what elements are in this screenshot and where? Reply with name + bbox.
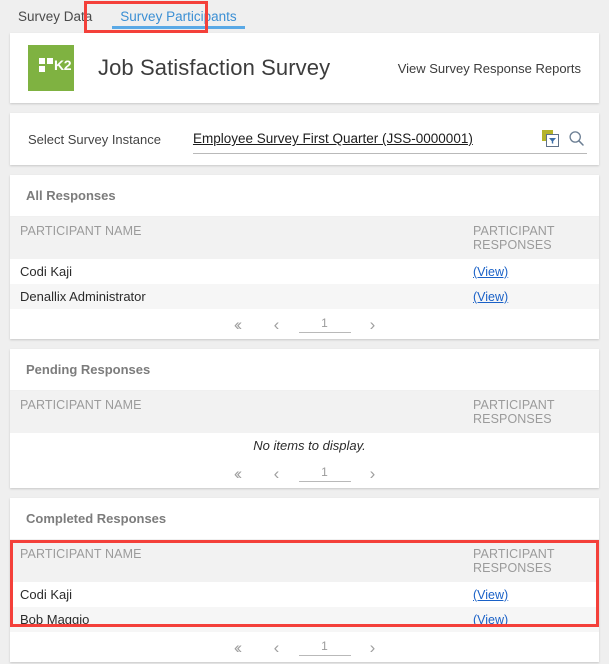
select-survey-instance-label: Select Survey Instance <box>28 131 161 147</box>
chevron-left-icon[interactable]: ‹ <box>257 316 297 333</box>
tab-survey-participants-label: Survey Participants <box>120 9 237 24</box>
logo-square-2 <box>47 58 53 64</box>
column-header-participant-responses: PARTICIPANT RESPONSES <box>463 391 599 433</box>
chevron-left-icon[interactable]: ‹ <box>257 639 297 656</box>
section-title-pending-responses: Pending Responses <box>10 349 599 391</box>
logo-text: K2 <box>54 57 72 73</box>
column-header-participant-name: PARTICIPANT NAME <box>10 540 463 582</box>
grid-pending-responses: PARTICIPANT NAME PARTICIPANT RESPONSES N… <box>10 391 599 458</box>
view-response-link[interactable]: (View) <box>473 588 508 602</box>
tab-survey-participants[interactable]: Survey Participants <box>106 0 250 33</box>
cell-participant-name: Codi Kaji <box>10 259 463 284</box>
view-response-link[interactable]: (View) <box>473 290 508 304</box>
page-number-input[interactable]: 1 <box>298 639 351 656</box>
chevron-right-icon[interactable]: › <box>353 639 393 656</box>
chevron-left-icon[interactable]: ‹ <box>257 465 297 482</box>
list-picker-icon-front <box>546 134 559 147</box>
page-number-input[interactable]: 1 <box>298 316 351 333</box>
pager-pending-responses: ‹‹ ‹ 1 › <box>10 458 599 488</box>
table-row[interactable]: Codi Kaji (View) <box>10 259 599 284</box>
cell-participant-responses: (View) <box>463 582 599 607</box>
view-response-link[interactable]: (View) <box>473 265 508 279</box>
cell-participant-responses: (View) <box>463 284 599 309</box>
view-survey-response-reports-link[interactable]: View Survey Response Reports <box>398 61 587 76</box>
pager-all-responses: ‹‹ ‹ 1 › <box>10 309 599 339</box>
section-title-completed-responses: Completed Responses <box>10 498 599 540</box>
k2-logo-icon: K2 <box>28 45 74 91</box>
column-header-participant-name: PARTICIPANT NAME <box>10 391 463 433</box>
double-chevron-left-icon[interactable]: ‹‹ <box>217 465 257 482</box>
grid-all-responses: PARTICIPANT NAME PARTICIPANT RESPONSES C… <box>10 217 599 309</box>
table-header-row: PARTICIPANT NAME PARTICIPANT RESPONSES <box>10 217 599 259</box>
table-empty-row: No items to display. <box>10 433 599 458</box>
tab-survey-data[interactable]: Survey Data <box>4 0 106 33</box>
cell-participant-responses: (View) <box>463 607 599 632</box>
cell-participant-name: Codi Kaji <box>10 582 463 607</box>
app-header-card: K2 Job Satisfaction Survey View Survey R… <box>10 33 599 103</box>
section-card-all-responses: All Responses PARTICIPANT NAME PARTICIPA… <box>10 175 599 339</box>
chevron-right-icon[interactable]: › <box>353 465 393 482</box>
column-header-participant-responses: PARTICIPANT RESPONSES <box>463 540 599 582</box>
cell-participant-name: Denallix Administrator <box>10 284 463 309</box>
magnifier-icon[interactable] <box>568 130 585 147</box>
table-row[interactable]: Denallix Administrator (View) <box>10 284 599 309</box>
tab-survey-data-label: Survey Data <box>18 9 93 24</box>
double-chevron-left-icon[interactable]: ‹‹ <box>217 316 257 333</box>
double-chevron-left-icon[interactable]: ‹‹ <box>217 639 257 656</box>
table-header-row: PARTICIPANT NAME PARTICIPANT RESPONSES <box>10 540 599 582</box>
table-row[interactable]: Codi Kaji (View) <box>10 582 599 607</box>
survey-instance-card: Select Survey Instance Employee Survey F… <box>10 113 599 165</box>
table-header-row: PARTICIPANT NAME PARTICIPANT RESPONSES <box>10 391 599 433</box>
table-row[interactable]: Bob Maggio (View) <box>10 607 599 632</box>
survey-instance-field-icons <box>542 130 587 147</box>
empty-state-message: No items to display. <box>10 433 599 458</box>
chevron-right-icon[interactable]: › <box>353 316 393 333</box>
column-header-participant-responses: PARTICIPANT RESPONSES <box>463 217 599 259</box>
column-header-participant-name: PARTICIPANT NAME <box>10 217 463 259</box>
section-title-all-responses: All Responses <box>10 175 599 217</box>
cell-participant-responses: (View) <box>463 259 599 284</box>
pager-completed-responses: ‹‹ ‹ 1 › <box>10 632 599 662</box>
logo-square-1 <box>39 58 45 64</box>
logo-square-3 <box>39 66 45 72</box>
page-number-input[interactable]: 1 <box>298 465 351 482</box>
grid-completed-responses: PARTICIPANT NAME PARTICIPANT RESPONSES C… <box>10 540 599 632</box>
section-card-pending-responses: Pending Responses PARTICIPANT NAME PARTI… <box>10 349 599 488</box>
tab-strip: Survey Data Survey Participants <box>0 0 609 33</box>
survey-instance-value[interactable]: Employee Survey First Quarter (JSS-00000… <box>193 131 473 146</box>
list-picker-icon[interactable] <box>542 130 559 147</box>
survey-instance-field[interactable]: Employee Survey First Quarter (JSS-00000… <box>192 125 587 154</box>
section-card-completed-responses: Completed Responses PARTICIPANT NAME PAR… <box>10 498 599 662</box>
cell-participant-name: Bob Maggio <box>10 607 463 632</box>
page-title: Job Satisfaction Survey <box>98 55 331 80</box>
view-response-link[interactable]: (View) <box>473 613 508 627</box>
